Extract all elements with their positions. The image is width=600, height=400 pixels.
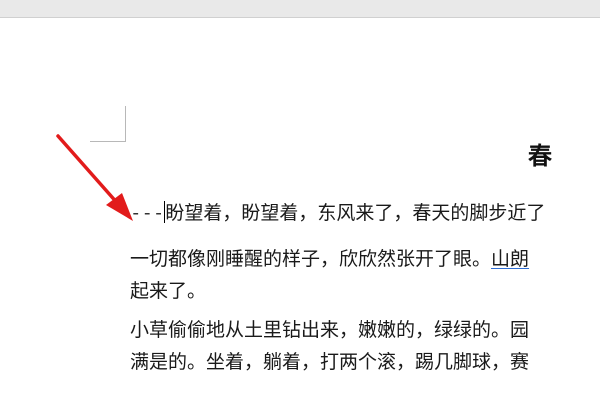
page-margin-corner-mark xyxy=(90,106,126,142)
ruler-strip xyxy=(0,0,600,18)
paragraph-line-1[interactable]: ---盼望着，盼望着，东风来了，春天的脚步近了 xyxy=(130,201,545,223)
document-viewport: 春 ---盼望着，盼望着，东风来了，春天的脚步近了 一切都像刚睡醒的样子，欣欣然… xyxy=(0,0,600,400)
paragraph-line-3[interactable]: 起来了。 xyxy=(130,282,206,301)
paragraph-line-4[interactable]: 小草偷偷地从土里钻出来，嫩嫩的，绿绿的。园 xyxy=(130,321,529,340)
spellcheck-underlined-text: 山朗 xyxy=(491,248,530,270)
paragraph-line-2-text: 一切都像刚睡醒的样子，欣欣然张开了眼。 xyxy=(130,248,492,270)
paragraph-line-1-text: 盼望着，盼望着，东风来了，春天的脚步近了 xyxy=(165,202,546,224)
document-title[interactable]: 春 xyxy=(528,144,552,168)
dash-prefix: --- xyxy=(130,202,165,224)
paragraph-line-2[interactable]: 一切都像刚睡醒的样子，欣欣然张开了眼。山朗 xyxy=(130,250,529,269)
paragraph-line-5[interactable]: 满是的。坐着，躺着，打两个滚，踢几脚球，赛 xyxy=(130,353,529,372)
